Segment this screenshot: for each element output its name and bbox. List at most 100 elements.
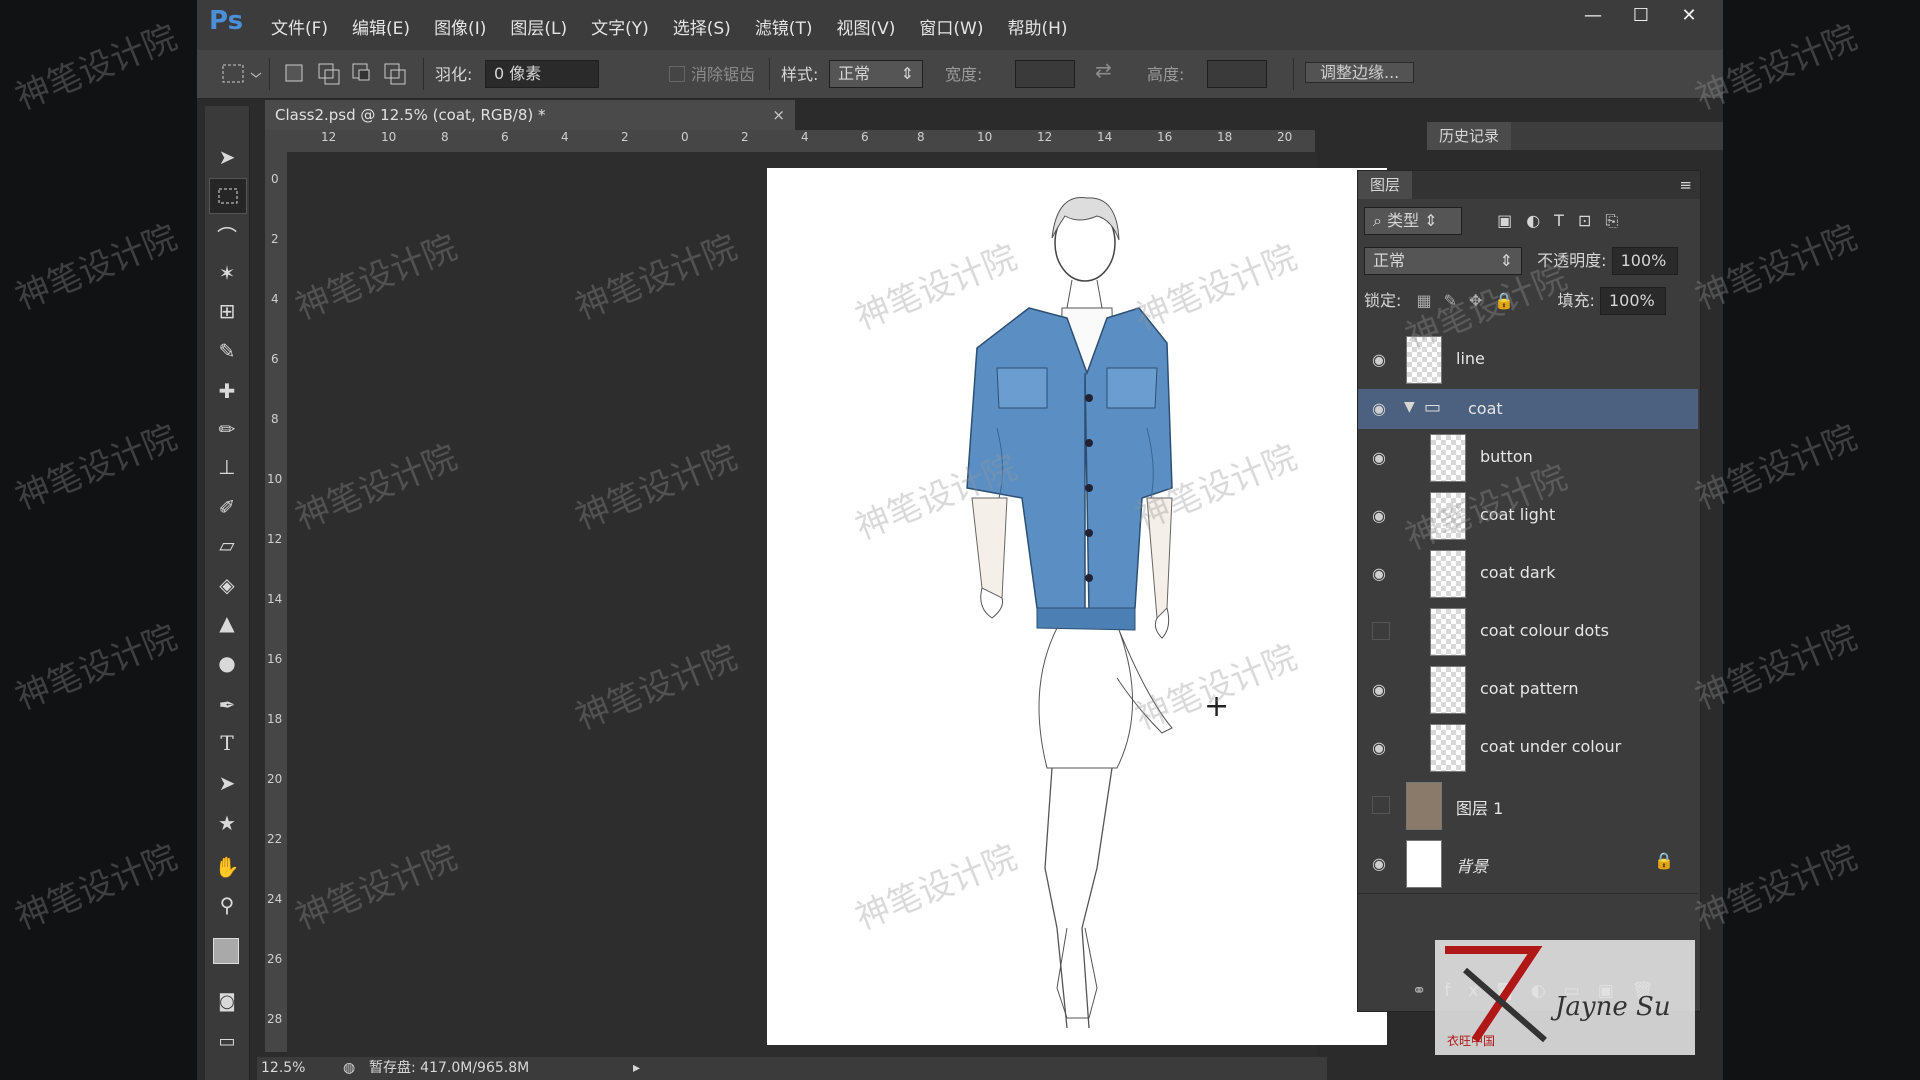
paint-bucket-tool-icon[interactable]: ◈ [209,568,245,602]
lock-label: 锁定: [1364,291,1402,310]
dodge-tool-icon[interactable]: ● [209,646,245,680]
crop-tool-icon[interactable]: ⊞ [209,294,245,328]
layers-panel-title[interactable]: 图层 [1358,171,1413,199]
layer-thumbnail [1430,550,1466,598]
menu-filter[interactable]: 滤镜(T) [755,14,813,39]
top-ruler: 12 10 8 6 4 2 0 2 4 6 8 10 12 14 16 18 2… [265,130,1315,153]
type-tool-icon[interactable]: T [209,726,245,760]
menu-window[interactable]: 窗口(W) [919,14,983,39]
selection-mode-buttons[interactable] [281,60,411,92]
eyedropper-tool-icon[interactable]: ✎ [209,334,245,368]
blur-tool-icon[interactable]: ▲ [209,606,245,640]
visibility-eye-icon[interactable]: ◉ [1368,448,1390,468]
group-expand-arrow-icon[interactable]: ▼ [1404,399,1415,415]
visibility-eye-icon[interactable]: ◉ [1368,506,1390,526]
zoom-tool-icon[interactable]: ⚲ [209,888,245,922]
healing-brush-tool-icon[interactable]: ✚ [209,374,245,408]
lasso-tool-icon[interactable]: ⌒ [209,218,245,252]
style-select[interactable]: 正常 ⇕ [829,60,923,88]
layer-thumbnail [1406,782,1442,830]
watermark: 神笔设计院 [10,617,183,719]
marquee-tool-preset[interactable] [215,59,265,93]
ruler-tick: 28 [267,1012,283,1026]
layer-row[interactable]: ◉ line [1358,331,1698,390]
eraser-tool-icon[interactable]: ▱ [209,528,245,562]
rect-marquee-tool-icon[interactable] [209,178,247,214]
filter-type-icons[interactable]: ▣◐T⊡⎘ [1497,211,1632,230]
layer-row[interactable]: ◉ 背景 🔒 [1358,835,1698,894]
menu-select[interactable]: 选择(S) [673,14,731,39]
brand-text: 衣旺中国 [1447,1034,1496,1048]
history-brush-tool-icon[interactable]: ✐ [209,490,245,524]
ruler-tick: 2 [741,130,749,144]
layer-row[interactable]: 图层 1 [1358,777,1698,836]
antialias-checkbox[interactable]: 消除锯齿 [669,61,755,85]
menu-file[interactable]: 文件(F) [271,14,328,39]
menu-image[interactable]: 图像(I) [434,14,486,39]
hand-tool-icon[interactable]: ✋ [209,850,245,884]
clone-stamp-tool-icon[interactable]: ⊥ [209,450,245,484]
layer-row[interactable]: ◉ coat light [1358,487,1698,546]
visibility-off-box[interactable] [1372,796,1390,814]
quick-mask-icon[interactable]: ◙ [209,984,245,1018]
visibility-eye-icon[interactable]: ◉ [1368,564,1390,584]
main-menu: 文件(F) 编辑(E) 图像(I) 图层(L) 文字(Y) 选择(S) 滤镜(T… [271,14,1068,39]
menu-layer[interactable]: 图层(L) [510,14,567,39]
feather-input[interactable]: 0 像素 [485,60,599,88]
opacity-input[interactable]: 100% [1611,247,1678,275]
close-document-icon[interactable]: × [772,100,785,130]
menu-edit[interactable]: 编辑(E) [352,14,410,39]
watermark: 神笔设计院 [10,837,183,939]
signature-text: Jayne Su [1555,992,1671,1022]
canvas-area[interactable]: + [287,152,1387,1057]
width-input[interactable] [1015,60,1075,92]
move-tool-icon[interactable]: ➤ [209,140,245,174]
menu-help[interactable]: 帮助(H) [1007,14,1067,39]
layer-row[interactable]: ◉ coat pattern [1358,661,1698,720]
visibility-eye-icon[interactable]: ◉ [1368,680,1390,700]
layer-row[interactable]: ◉ coat dark [1358,545,1698,604]
magic-wand-tool-icon[interactable]: ✶ [209,256,245,290]
panel-menu-icon[interactable]: ≡ [1679,171,1692,199]
history-panel-tab[interactable]: 历史记录 [1427,122,1723,150]
screen-mode-icon[interactable]: ▭ [209,1024,245,1058]
swap-icon[interactable]: ⇄ [1095,58,1112,82]
ruler-tick: 20 [267,772,283,786]
zoom-level[interactable]: 12.5% [261,1057,305,1080]
maximize-button[interactable]: ☐ [1617,0,1665,30]
layer-filter-select[interactable]: ⌕ 类型 ⇕ [1364,207,1462,235]
visibility-eye-icon[interactable]: ◉ [1368,854,1390,874]
layer-name: coat pattern [1480,679,1579,698]
status-menu-arrow-icon[interactable]: ▸ [633,1057,640,1080]
close-button[interactable]: ✕ [1665,0,1713,30]
visibility-eye-icon[interactable]: ◉ [1368,350,1390,370]
layer-row[interactable]: coat colour dots [1358,603,1698,662]
watermark: 神笔设计院 [10,417,183,519]
visibility-eye-icon[interactable]: ◉ [1368,399,1390,419]
document-artboard[interactable]: + [767,168,1387,1045]
info-icon[interactable]: ◍ [343,1057,355,1080]
ruler-tick: 4 [561,130,569,144]
lock-options-icons[interactable]: ▦✎✥🔒 [1417,291,1527,310]
height-input[interactable] [1207,60,1267,92]
menu-view[interactable]: 视图(V) [836,14,895,39]
layer-row[interactable]: ◉ button [1358,429,1698,488]
ruler-tick: 2 [271,232,279,246]
document-tab[interactable]: Class2.psd @ 12.5% (coat, RGB/8) * × [265,100,795,130]
height-label: 高度: [1147,65,1185,84]
layer-thumbnail [1406,840,1442,888]
minimize-button[interactable]: — [1569,0,1617,30]
visibility-off-box[interactable] [1372,622,1390,640]
menu-type[interactable]: 文字(Y) [591,14,649,39]
brush-tool-icon[interactable]: ✏ [209,412,245,446]
fill-input[interactable]: 100% [1599,287,1666,315]
blend-mode-select[interactable]: 正常 ⇕ [1364,247,1522,275]
pen-tool-icon[interactable]: ✒ [209,688,245,722]
refine-edge-button[interactable]: 调整边缘... [1305,59,1415,87]
path-selection-tool-icon[interactable]: ➤ [209,766,245,800]
layer-row[interactable]: ◉ coat under colour [1358,719,1698,778]
foreground-color-swatch[interactable] [213,938,239,964]
visibility-eye-icon[interactable]: ◉ [1368,738,1390,758]
shape-tool-icon[interactable]: ★ [209,806,245,840]
layer-group-row-selected[interactable]: ◉ ▼ ▭ coat [1358,389,1698,430]
